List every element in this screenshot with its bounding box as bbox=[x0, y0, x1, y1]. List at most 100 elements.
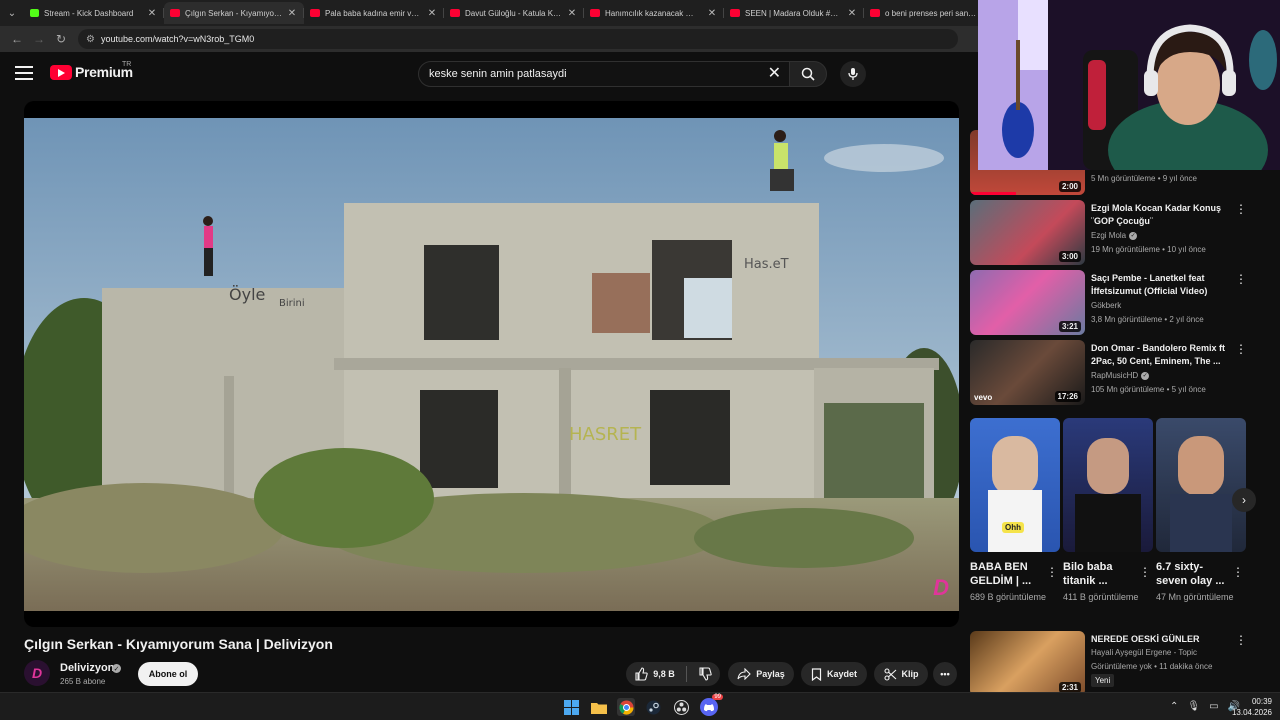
short-item[interactable]: Ohh BABA BEN GELDİM | ... 689 B görüntül… bbox=[970, 418, 1060, 604]
tab-close-icon[interactable]: ✕ bbox=[706, 8, 718, 19]
menu-hamburger-icon[interactable] bbox=[15, 66, 33, 80]
recommendation-item[interactable]: 2:31 NEREDE OESKİ GÜNLER Hayali Ayşegül … bbox=[970, 631, 1270, 692]
clear-search-icon[interactable]: ✕ bbox=[768, 65, 781, 83]
browser-tab[interactable]: Hanımcılık kazanacak 🤩 #a ✕ bbox=[584, 2, 724, 24]
tab-title: o beni prenses peri sanıyor bbox=[885, 8, 978, 18]
tab-title: Çılgın Serkan - Kıyamıyorum bbox=[185, 8, 282, 18]
microphone-icon bbox=[848, 68, 858, 80]
browser-tab[interactable]: o beni prenses peri sanıyor bbox=[864, 2, 984, 24]
tab-close-icon[interactable]: ✕ bbox=[286, 8, 298, 19]
tab-search-menu-icon[interactable]: ⌄ bbox=[0, 0, 24, 26]
subscribe-button[interactable]: Abone ol bbox=[138, 662, 198, 686]
video-title[interactable]: Ezgi Mola Kocan Kadar Konuş ¨GOP Çocuğu¨ bbox=[1091, 202, 1231, 228]
video-meta: 105 Mn görüntüleme • 5 yıl önce bbox=[1091, 385, 1206, 394]
channel-avatar[interactable]: D bbox=[24, 660, 50, 686]
short-title[interactable]: BABA BEN GELDİM | ... bbox=[970, 560, 1040, 588]
video-scene-image: Öyle Birini HASRET Has.eT bbox=[24, 118, 959, 611]
youtube-favicon-icon bbox=[170, 9, 180, 17]
short-thumbnail[interactable]: Ohh bbox=[970, 418, 1060, 552]
channel-name[interactable]: Ezgi Mola ✓ bbox=[1091, 231, 1138, 240]
video-player[interactable]: Öyle Birini HASRET Has.eT D bbox=[24, 101, 959, 627]
chrome-icon[interactable] bbox=[617, 698, 635, 716]
file-explorer-icon[interactable] bbox=[590, 698, 608, 716]
video-title[interactable]: NEREDE OESKİ GÜNLER bbox=[1091, 633, 1231, 646]
channel-name[interactable]: Gökberk bbox=[1091, 301, 1121, 310]
video-thumbnail[interactable]: 2:31 bbox=[970, 631, 1085, 692]
more-vertical-icon[interactable]: ⋮ bbox=[1139, 565, 1151, 579]
recommendation-item[interactable]: vevo 17:26 Don Omar - Bandolero Remix ft… bbox=[970, 340, 1270, 405]
video-duration: 3:00 bbox=[1058, 251, 1081, 262]
tab-close-icon[interactable]: ✕ bbox=[146, 8, 158, 19]
short-title[interactable]: 6.7 sixty-seven olay ... bbox=[1156, 560, 1226, 588]
taskbar-clock[interactable]: 00:39 13.04.2026 bbox=[1232, 696, 1272, 718]
vevo-label: vevo bbox=[974, 393, 993, 402]
video-title[interactable]: Saçı Pembe - Lanetkel feat İffetsizumut … bbox=[1091, 272, 1231, 298]
youtube-premium-logo[interactable]: Premium TR bbox=[50, 61, 133, 80]
clip-label: Klip bbox=[901, 669, 919, 679]
channel-name[interactable]: Hayali Ayşegül Ergene - Topic bbox=[1091, 648, 1197, 657]
reload-icon[interactable]: ↻ bbox=[50, 28, 72, 50]
obs-icon[interactable] bbox=[672, 698, 690, 716]
recommendation-item[interactable]: 3:00 Ezgi Mola Kocan Kadar Konuş ¨GOP Ço… bbox=[970, 200, 1270, 265]
notification-badge: 99 bbox=[712, 694, 723, 700]
tray-chevron-up-icon[interactable]: ⌃ bbox=[1170, 701, 1178, 712]
discord-icon[interactable]: 99 bbox=[700, 694, 723, 716]
channel-name[interactable]: Delivizyon bbox=[60, 662, 114, 674]
video-meta: 5 Mn görüntüleme • 9 yıl önce bbox=[1091, 174, 1197, 183]
tab-close-icon[interactable]: ✕ bbox=[566, 8, 578, 19]
network-icon[interactable]: ▭ bbox=[1209, 701, 1218, 712]
subscriber-count: 265 B abone bbox=[60, 677, 106, 686]
video-thumbnail[interactable]: vevo 17:26 bbox=[970, 340, 1085, 405]
video-thumbnail[interactable]: 3:00 bbox=[970, 200, 1085, 265]
address-bar[interactable]: ⚙ youtube.com/watch?v=wN3rob_TGM0 bbox=[78, 29, 958, 49]
tab-close-icon[interactable]: ✕ bbox=[426, 8, 438, 19]
short-title[interactable]: Bilo baba titanik ... bbox=[1063, 560, 1133, 588]
back-arrow-icon[interactable]: ← bbox=[6, 28, 28, 50]
save-button[interactable]: Kaydet bbox=[801, 662, 867, 686]
site-info-icon[interactable]: ⚙ bbox=[86, 34, 95, 45]
short-item[interactable]: Bilo baba titanik ... 411 B görüntüleme … bbox=[1063, 418, 1153, 604]
url-text: youtube.com/watch?v=wN3rob_TGM0 bbox=[100, 34, 255, 44]
video-frame[interactable]: Öyle Birini HASRET Has.eT bbox=[24, 118, 959, 611]
short-thumbnail[interactable] bbox=[1156, 418, 1246, 552]
tab-title: Stream - Kick Dashboard bbox=[44, 8, 134, 18]
search-input[interactable]: keske senin amin patlasaydi ✕ bbox=[418, 61, 790, 87]
browser-tab[interactable]: Davut Güloğlu - Katula Katul ✕ bbox=[444, 2, 584, 24]
more-horizontal-icon: ••• bbox=[940, 669, 950, 679]
voice-search-button[interactable] bbox=[840, 61, 866, 87]
browser-tab[interactable]: Pala baba kadına emir verilçi ✕ bbox=[304, 2, 444, 24]
share-button[interactable]: Paylaş bbox=[728, 662, 794, 686]
steam-icon[interactable] bbox=[644, 698, 662, 716]
more-vertical-icon[interactable]: ⋮ bbox=[1235, 633, 1247, 647]
short-item[interactable]: 6.7 sixty-seven olay ... 47 Mn görüntüle… bbox=[1156, 418, 1246, 604]
search-query: keske senin amin patlasaydi bbox=[429, 68, 567, 80]
video-meta: 19 Mn görüntüleme • 10 yıl önce bbox=[1091, 245, 1206, 254]
short-thumbnail[interactable] bbox=[1063, 418, 1153, 552]
video-title[interactable]: Don Omar - Bandolero Remix ft 2Pac, 50 C… bbox=[1091, 342, 1231, 368]
windows-start-icon[interactable] bbox=[562, 698, 580, 716]
search-button[interactable] bbox=[789, 61, 827, 87]
more-vertical-icon[interactable]: ⋮ bbox=[1235, 272, 1247, 286]
clip-button[interactable]: Klip bbox=[874, 662, 928, 686]
like-count[interactable]: 9,8 B bbox=[653, 669, 675, 679]
thumbs-down-icon[interactable] bbox=[698, 667, 712, 681]
shorts-next-arrow-icon[interactable]: › bbox=[1232, 488, 1256, 512]
webcam-feed-image bbox=[978, 0, 1280, 170]
more-vertical-icon[interactable]: ⋮ bbox=[1232, 565, 1244, 579]
more-actions-button[interactable]: ••• bbox=[933, 662, 957, 686]
tab-close-icon[interactable]: ✕ bbox=[846, 8, 858, 19]
browser-tab[interactable]: Stream - Kick Dashboard ✕ bbox=[24, 2, 164, 24]
more-vertical-icon[interactable]: ⋮ bbox=[1235, 342, 1247, 356]
video-thumbnail[interactable]: 3:21 bbox=[970, 270, 1085, 335]
browser-tab[interactable]: SEEN | Madara Olduk #681 ✕ bbox=[724, 2, 864, 24]
more-vertical-icon[interactable]: ⋮ bbox=[1046, 565, 1058, 579]
more-vertical-icon[interactable]: ⋮ bbox=[1235, 202, 1247, 216]
short-caption: Ohh bbox=[1002, 522, 1024, 533]
forward-arrow-icon[interactable]: → bbox=[28, 28, 50, 50]
recommendation-item[interactable]: 3:21 Saçı Pembe - Lanetkel feat İffetsiz… bbox=[970, 270, 1270, 335]
thumbs-up-icon[interactable] bbox=[634, 667, 648, 681]
browser-tab-active[interactable]: Çılgın Serkan - Kıyamıyorum ✕ bbox=[164, 2, 304, 24]
channel-name[interactable]: RapMusicHD ✓ bbox=[1091, 371, 1150, 380]
microphone-tray-icon[interactable]: 🎙 bbox=[1187, 701, 1200, 712]
short-thumbnail-figure bbox=[1075, 494, 1141, 552]
